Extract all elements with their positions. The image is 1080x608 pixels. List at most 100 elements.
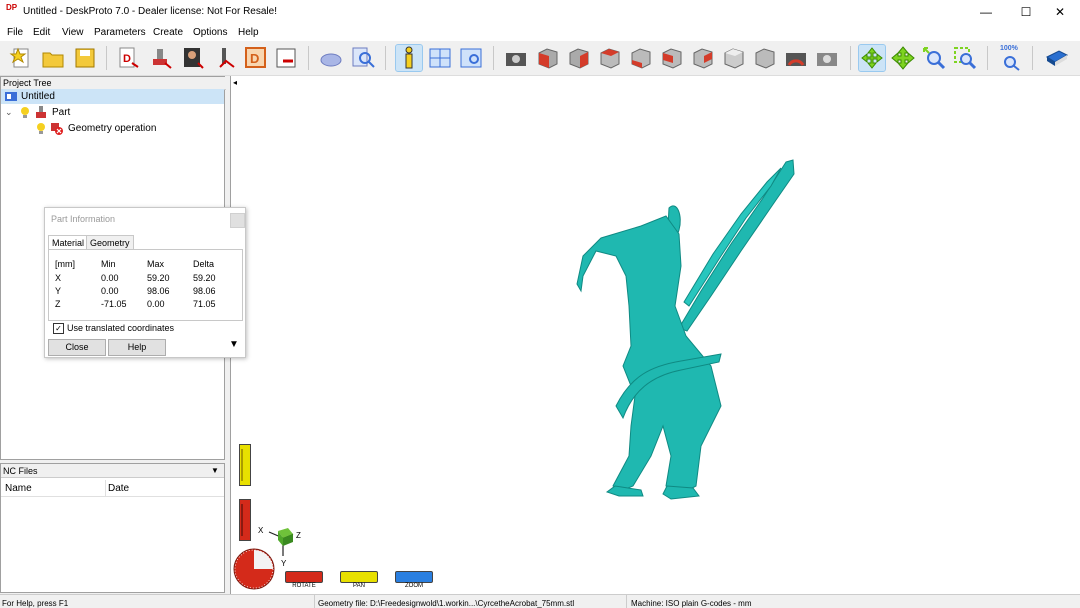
book-icon[interactable] bbox=[1044, 45, 1070, 71]
view-iso2-icon[interactable] bbox=[752, 45, 778, 71]
pan-icon[interactable] bbox=[890, 45, 916, 71]
column-header-date[interactable]: Date bbox=[108, 483, 129, 494]
row-y-delta: 98.06 bbox=[193, 286, 216, 296]
view-back-icon[interactable] bbox=[566, 45, 592, 71]
geometry-icon[interactable] bbox=[180, 45, 206, 71]
header-unit: [mm] bbox=[55, 259, 75, 269]
rotate-button[interactable] bbox=[858, 44, 886, 72]
zoom-meter-red bbox=[239, 499, 251, 541]
dxf-icon[interactable]: D bbox=[116, 45, 142, 71]
3d-viewport[interactable]: ◂ X Y Z ROTATE PAN ZOOM bbox=[230, 76, 1080, 594]
save-icon[interactable] bbox=[72, 45, 98, 71]
menu-create[interactable]: Create bbox=[153, 27, 183, 38]
zoom-100-label: 100% bbox=[1000, 45, 1018, 52]
tree-item-label: Geometry operation bbox=[68, 123, 157, 134]
part-icon bbox=[36, 106, 46, 118]
help-button[interactable]: Help bbox=[108, 339, 166, 356]
view-front-icon[interactable] bbox=[535, 45, 561, 71]
nc-files-header[interactable]: NC Files ▼ bbox=[1, 464, 224, 478]
project-icon bbox=[5, 92, 17, 101]
view-top-icon[interactable] bbox=[659, 45, 685, 71]
svg-text:D: D bbox=[123, 53, 131, 65]
collapse-arrow-icon[interactable]: ◂ bbox=[233, 78, 237, 87]
row-x-min: 0.00 bbox=[101, 273, 119, 283]
check-icon[interactable]: ✓ bbox=[53, 323, 64, 334]
3d-model[interactable] bbox=[571, 156, 801, 506]
camera-reset-icon[interactable] bbox=[783, 45, 809, 71]
menu-edit[interactable]: Edit bbox=[33, 27, 50, 38]
row-z-min: -71.05 bbox=[101, 299, 127, 309]
save-nc-icon[interactable] bbox=[273, 45, 299, 71]
row-z-axis: Z bbox=[55, 299, 61, 309]
bulb-icon[interactable] bbox=[20, 107, 30, 119]
axis-label-y: Y bbox=[281, 559, 287, 568]
new-project-icon[interactable] bbox=[8, 45, 34, 71]
menu-file[interactable]: File bbox=[7, 27, 23, 38]
header-min: Min bbox=[101, 259, 116, 269]
drive-icon[interactable] bbox=[212, 45, 238, 71]
zoom-icon[interactable] bbox=[921, 45, 947, 71]
tree-item-untitled[interactable]: Untitled bbox=[1, 89, 224, 104]
info-button[interactable] bbox=[395, 44, 423, 72]
nc-files-column-headers: Name Date bbox=[1, 480, 224, 497]
app-icon[interactable]: DP bbox=[6, 4, 20, 19]
zoom-100-button[interactable]: 100% bbox=[998, 45, 1024, 71]
menu-bar: File Edit View Parameters Create Options… bbox=[0, 24, 1080, 41]
menu-help[interactable]: Help bbox=[238, 27, 259, 38]
status-bar: For Help, press F1 Geometry file: D:\Fre… bbox=[0, 594, 1080, 608]
info-icon bbox=[405, 46, 413, 69]
menu-parameters[interactable]: Parameters bbox=[94, 27, 146, 38]
column-header-name[interactable]: Name bbox=[5, 483, 32, 494]
preview-icon[interactable] bbox=[350, 45, 376, 71]
simulate-icon[interactable] bbox=[318, 45, 344, 71]
dialog-title: Part Information bbox=[51, 214, 116, 224]
header-max: Max bbox=[147, 259, 165, 269]
close-button[interactable]: ✕ bbox=[1040, 0, 1080, 24]
menu-view[interactable]: View bbox=[62, 27, 84, 38]
rotate-icon bbox=[861, 47, 883, 69]
view-iso-icon[interactable] bbox=[721, 45, 747, 71]
zoom-legend-label: ZOOM bbox=[405, 583, 423, 589]
tree-item-label: Untitled bbox=[21, 91, 55, 102]
bulb-icon[interactable] bbox=[36, 123, 46, 135]
zoom-meter-yellow bbox=[239, 444, 251, 486]
rotate-legend-bar bbox=[285, 571, 323, 583]
axis-label-x: X bbox=[258, 526, 264, 535]
minimize-button[interactable]: — bbox=[966, 0, 1006, 24]
screenshot-icon[interactable] bbox=[503, 45, 529, 71]
tree-item-label: Part bbox=[52, 107, 71, 118]
view-right-icon[interactable] bbox=[628, 45, 654, 71]
part-information-dialog: Part Information Material Geometry [mm] … bbox=[44, 207, 246, 358]
pan-legend-bar bbox=[340, 571, 378, 583]
row-z-max: 0.00 bbox=[147, 299, 165, 309]
menu-options[interactable]: Options bbox=[193, 27, 227, 38]
layout-icon[interactable] bbox=[427, 45, 453, 71]
zoom-100-icon bbox=[1004, 56, 1020, 71]
view-left-icon[interactable] bbox=[597, 45, 623, 71]
title-bar: DP Untitled - DeskProto 7.0 - Dealer lic… bbox=[0, 0, 1080, 24]
dropdown-arrow-icon[interactable]: ▼ bbox=[211, 464, 219, 478]
open-folder-icon[interactable] bbox=[40, 45, 66, 71]
row-y-min: 0.00 bbox=[101, 286, 119, 296]
tree-item-geometry-operation[interactable]: Geometry operation bbox=[1, 121, 224, 136]
toolpath-icon[interactable]: D bbox=[243, 45, 269, 71]
nc-files-panel: NC Files ▼ Name Date bbox=[0, 463, 225, 593]
row-x-axis: X bbox=[55, 273, 62, 283]
chevron-down-icon[interactable]: ⌄ bbox=[5, 105, 13, 120]
svg-text:D: D bbox=[250, 51, 259, 66]
close-dialog-button[interactable]: Close bbox=[48, 339, 106, 356]
toolbar: D D 100% bbox=[0, 41, 1080, 76]
zoom-window-icon[interactable] bbox=[952, 45, 978, 71]
rotate-legend-label: ROTATE bbox=[292, 583, 316, 589]
dialog-close-icon[interactable] bbox=[230, 213, 245, 228]
view-bottom-icon[interactable] bbox=[690, 45, 716, 71]
row-z-delta: 71.05 bbox=[193, 299, 216, 309]
tree-item-part[interactable]: ⌄ Part bbox=[1, 105, 224, 120]
camera-settings-icon[interactable] bbox=[814, 45, 840, 71]
view-window-icon[interactable] bbox=[458, 45, 484, 71]
axis-gizmo bbox=[268, 528, 294, 556]
part-icon[interactable] bbox=[148, 45, 174, 71]
expand-arrow-icon[interactable]: ▼ bbox=[229, 339, 239, 350]
row-x-delta: 59.20 bbox=[193, 273, 216, 283]
tab-geometry[interactable]: Geometry bbox=[86, 235, 134, 250]
